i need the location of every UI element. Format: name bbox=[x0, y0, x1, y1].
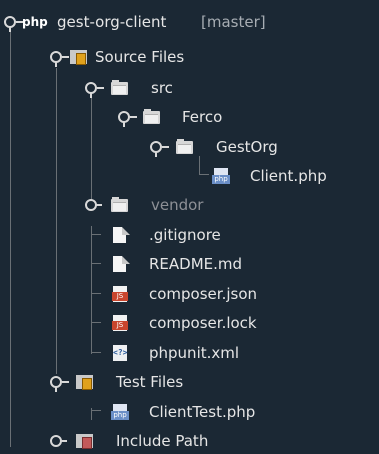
tree-item-label: GestOrg bbox=[216, 138, 278, 156]
tree-item-label: Client.php bbox=[250, 167, 327, 185]
xml-file-icon: <?> bbox=[111, 345, 129, 361]
project-name: gest-org-client bbox=[57, 13, 167, 31]
folder-icon bbox=[176, 139, 194, 155]
tree-item-gestorg[interactable]: GestOrg bbox=[0, 134, 379, 160]
tree-item-label: Include Path bbox=[116, 432, 209, 450]
tree-item-source-files[interactable]: Source Files bbox=[0, 44, 379, 70]
source-package-icon bbox=[76, 374, 94, 390]
tree-item-label: src bbox=[151, 79, 173, 97]
expand-toggle-icon[interactable] bbox=[118, 111, 137, 127]
tree-item-vendor[interactable]: vendor bbox=[0, 192, 379, 218]
tree-item-src[interactable]: src bbox=[0, 75, 379, 101]
collapse-toggle-icon[interactable] bbox=[85, 199, 102, 211]
tree-item-label: phpunit.xml bbox=[149, 344, 240, 362]
tree-item-label: composer.lock bbox=[149, 314, 257, 332]
tree-item-label: .gitignore bbox=[149, 226, 221, 244]
tree-branch-line bbox=[91, 263, 101, 264]
tree-item-phpunit-xml[interactable]: <?> phpunit.xml bbox=[0, 340, 379, 366]
tree-branch-line bbox=[91, 293, 101, 294]
tree-item-include-path[interactable]: Include Path bbox=[0, 428, 379, 454]
tree-item-label: README.md bbox=[149, 255, 243, 273]
tree-item-label: ClientTest.php bbox=[149, 403, 256, 421]
tree-branch-line bbox=[199, 174, 209, 175]
tree-item-label: vendor bbox=[151, 196, 204, 214]
tree-item-composer-lock[interactable]: JS composer.lock bbox=[0, 310, 379, 336]
tree-branch-line bbox=[91, 322, 101, 323]
source-package-icon bbox=[70, 49, 88, 65]
tree-item-label: Test Files bbox=[116, 373, 184, 391]
tree-item-client-php[interactable]: php Client.php bbox=[0, 163, 379, 189]
text-file-icon bbox=[111, 256, 130, 272]
js-file-icon: JS bbox=[111, 315, 129, 331]
folder-icon bbox=[111, 80, 129, 96]
php-file-icon: php bbox=[212, 168, 230, 184]
tree-item-label: Ferco bbox=[182, 108, 223, 126]
git-branch-label: [master] bbox=[201, 13, 266, 31]
tree-branch-line bbox=[91, 234, 101, 235]
php-file-icon: php bbox=[111, 404, 129, 420]
tree-item-test-files[interactable]: Test Files bbox=[0, 369, 379, 395]
project-node[interactable]: php gest-org-client [master] bbox=[0, 9, 379, 35]
tree-item-label: Source Files bbox=[95, 48, 185, 66]
js-file-icon: JS bbox=[111, 286, 129, 302]
tree-item-ferco[interactable]: Ferco bbox=[0, 104, 379, 130]
tree-item-label: composer.json bbox=[149, 285, 258, 303]
tree-item-composer-json[interactable]: JS composer.json bbox=[0, 281, 379, 307]
project-tree: php gest-org-client [master] Source File… bbox=[0, 0, 379, 450]
tree-item-clienttest-php[interactable]: php ClientTest.php bbox=[0, 399, 379, 425]
expand-toggle-icon[interactable] bbox=[50, 51, 69, 67]
php-logo-icon: php bbox=[22, 15, 48, 29]
expand-toggle-icon[interactable] bbox=[85, 82, 104, 98]
expand-toggle-icon[interactable] bbox=[50, 376, 69, 392]
text-file-icon bbox=[111, 227, 130, 243]
expand-toggle-icon[interactable] bbox=[4, 16, 23, 32]
folder-icon bbox=[111, 197, 129, 213]
tree-branch-line bbox=[91, 352, 101, 353]
tree-item-gitignore[interactable]: .gitignore bbox=[0, 222, 379, 248]
collapse-toggle-icon[interactable] bbox=[50, 435, 67, 447]
tree-item-readme[interactable]: README.md bbox=[0, 251, 379, 277]
tree-branch-line bbox=[91, 410, 101, 411]
expand-toggle-icon[interactable] bbox=[150, 141, 169, 157]
folder-icon bbox=[143, 109, 161, 125]
